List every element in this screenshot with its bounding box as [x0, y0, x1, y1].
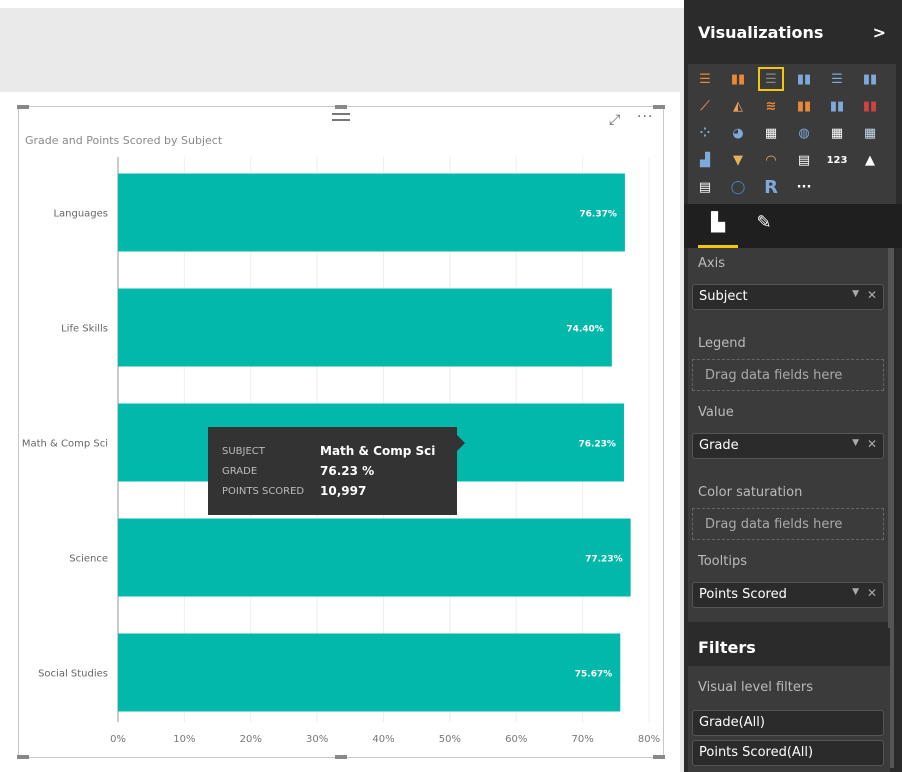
filter-label: Points Scored(All) [699, 745, 814, 760]
filter-grade[interactable]: Grade(All) [692, 710, 884, 736]
stacked-area-icon[interactable]: ≋ [758, 94, 784, 118]
top-strip [0, 0, 684, 8]
remove-icon[interactable]: ✕ [867, 288, 877, 302]
bar [118, 518, 631, 597]
gauge-icon[interactable]: ◠ [758, 148, 784, 172]
x-tick-label: 50% [439, 734, 461, 745]
kpi-icon[interactable]: ▲ [857, 148, 883, 172]
category-label: Life Skills [61, 324, 108, 335]
field-name: Points Scored [699, 587, 787, 602]
tooltip-row: SUBJECT Math & Comp Sci [222, 441, 443, 461]
format-paintbrush-icon[interactable]: ✎ [744, 212, 784, 248]
line-clustered-column-icon[interactable]: ▮▮ [824, 94, 850, 118]
scatter-chart-icon[interactable]: ⁘ [692, 121, 718, 145]
field-name: Grade [699, 438, 739, 453]
dropdown-icon[interactable]: ▼ [852, 289, 859, 299]
slicer-icon[interactable]: ▤ [692, 175, 718, 199]
visual-type-gallery: ☰ ▮▮ ☰ ▮▮ ☰ ▮▮ ⟋ ◭ ≋ ▮▮ ▮▮ ▮▮ ⁘ ◕ ▦ ◍ ▦ … [688, 64, 896, 204]
x-tick-label: 60% [505, 734, 527, 745]
color-saturation-label: Color saturation [698, 485, 803, 500]
axis-field[interactable]: Subject ▼ ✕ [692, 284, 884, 310]
value-field[interactable]: Grade ▼ ✕ [692, 433, 884, 459]
visual-level-filters-label: Visual level filters [698, 680, 814, 695]
x-tick-label: 40% [372, 734, 394, 745]
filter-label: Grade(All) [699, 715, 765, 730]
remove-icon[interactable]: ✕ [867, 437, 877, 451]
category-label: Math & Comp Sci [22, 439, 108, 450]
line-column-icon[interactable]: ▮▮ [791, 94, 817, 118]
bar [118, 288, 612, 367]
bar [118, 633, 621, 712]
table-icon[interactable]: ▦ [824, 121, 850, 145]
data-label: 76.37% [579, 210, 617, 220]
x-tick-label: 20% [240, 734, 262, 745]
field-name: Subject [699, 289, 748, 304]
tooltip-value: Math & Comp Sci [320, 444, 436, 458]
line-chart-icon[interactable]: ⟋ [692, 94, 718, 118]
data-label: 76.23% [578, 440, 616, 450]
pane-title: Visualizations [698, 22, 824, 42]
remove-icon[interactable]: ✕ [867, 586, 877, 600]
pane-tabs: ▙ ✎ [684, 204, 902, 248]
clustered-column-icon[interactable]: ▮▮ [791, 67, 817, 91]
filter-points-scored[interactable]: Points Scored(All) [692, 740, 884, 766]
tooltip-key: GRADE [222, 465, 258, 477]
tooltip-value: 10,997 [320, 484, 367, 498]
x-tick-label: 80% [638, 734, 660, 745]
100-stacked-bar-icon[interactable]: ☰ [824, 67, 850, 91]
ribbon-chart-icon[interactable]: ▮▮ [857, 94, 883, 118]
data-label: 75.67% [575, 670, 613, 680]
collapse-chevron-icon[interactable]: > [873, 23, 886, 42]
chart-tooltip: SUBJECT Math & Comp Sci GRADE 76.23 % POIN… [208, 427, 465, 515]
tooltip-row: POINTS SCORED 10,997 [222, 481, 443, 501]
x-tick-label: 10% [173, 734, 195, 745]
x-tick-label: 70% [572, 734, 594, 745]
bar [118, 173, 625, 252]
filled-map-icon[interactable]: ▟ [692, 148, 718, 172]
value-label: Value [698, 405, 734, 420]
donut-chart-icon[interactable]: ◯ [725, 175, 751, 199]
x-tick-label: 30% [306, 734, 328, 745]
more-visuals-icon[interactable]: ··· [791, 175, 817, 199]
area-chart-icon[interactable]: ◭ [725, 94, 751, 118]
filters-panel: Visual level filters Grade(All) Points S… [688, 666, 890, 772]
dropdown-icon[interactable]: ▼ [852, 438, 859, 448]
tooltip-value: 76.23 % [320, 464, 375, 478]
clustered-bar-icon[interactable]: ☰ [758, 67, 784, 91]
category-label: Science [69, 554, 108, 565]
pie-chart-icon[interactable]: ◕ [725, 121, 751, 145]
filters-title: Filters [684, 628, 890, 666]
stacked-bar-icon[interactable]: ☰ [692, 67, 718, 91]
category-label: Languages [53, 209, 108, 220]
fields-tab-icon[interactable]: ▙ [698, 212, 738, 248]
stacked-column-icon[interactable]: ▮▮ [725, 67, 751, 91]
funnel-icon[interactable]: ▼ [725, 148, 751, 172]
color-saturation-drop-zone[interactable]: Drag data fields here [692, 508, 884, 540]
tooltips-field[interactable]: Points Scored ▼ ✕ [692, 582, 884, 608]
data-label: 77.23% [585, 555, 623, 565]
data-label: 74.40% [566, 325, 604, 335]
category-label: Social Studies [38, 669, 108, 680]
tooltip-row: GRADE 76.23 % [222, 461, 443, 481]
x-tick-label: 0% [110, 734, 126, 745]
tooltips-label: Tooltips [698, 554, 747, 569]
r-visual-icon[interactable]: R [758, 175, 784, 199]
100-stacked-column-icon[interactable]: ▮▮ [857, 67, 883, 91]
field-wells: Axis Subject ▼ ✕ Legend Drag data fields h… [688, 248, 890, 622]
legend-drop-zone[interactable]: Drag data fields here [692, 359, 884, 391]
multi-row-card-icon[interactable]: ▤ [791, 148, 817, 172]
map-icon[interactable]: ◍ [791, 121, 817, 145]
matrix-icon[interactable]: ▦ [857, 121, 883, 145]
tooltip-key: SUBJECT [222, 445, 265, 457]
visualizations-pane: Visualizations > ☰ ▮▮ ☰ ▮▮ ☰ ▮▮ ⟋ ◭ ≋ ▮▮ … [684, 0, 902, 772]
tooltip-key: POINTS SCORED [222, 485, 305, 497]
legend-label: Legend [698, 336, 746, 351]
card-icon[interactable]: 123 [824, 148, 850, 172]
dropdown-icon[interactable]: ▼ [852, 587, 859, 597]
treemap-icon[interactable]: ▦ [758, 121, 784, 145]
axis-label: Axis [698, 256, 725, 271]
